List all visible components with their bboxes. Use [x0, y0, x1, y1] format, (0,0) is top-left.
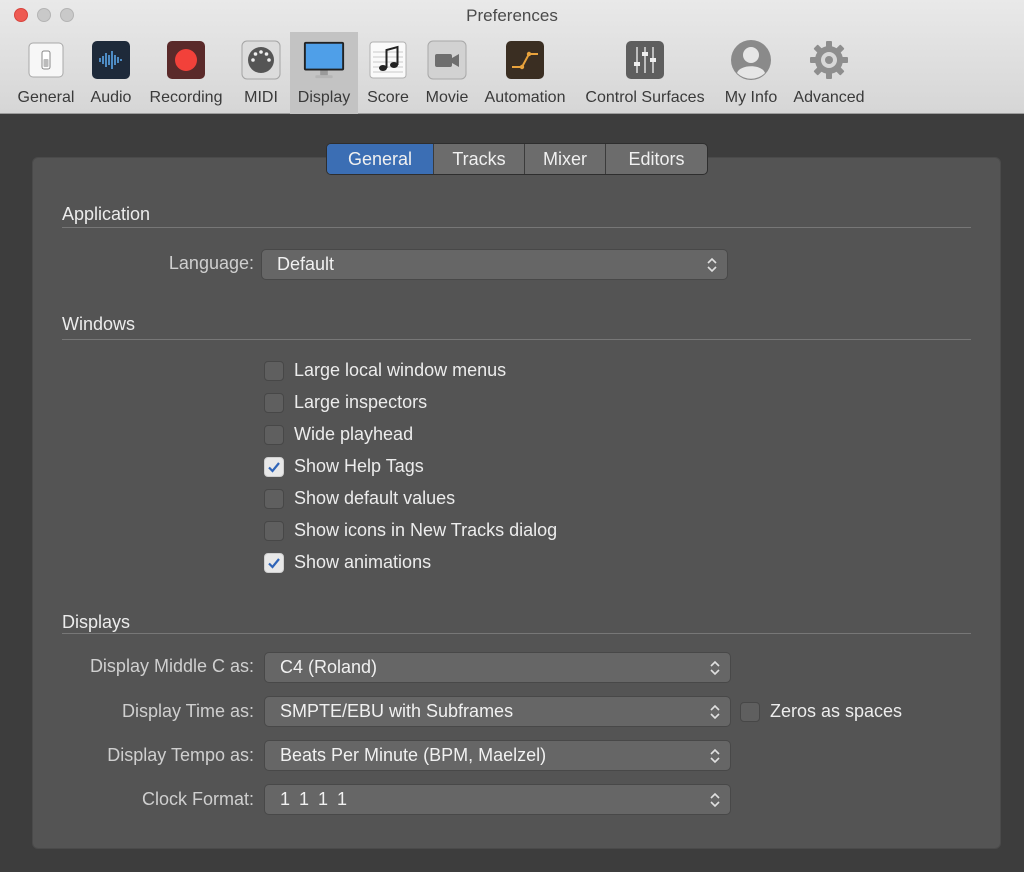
chevron-updown-icon [710, 792, 720, 808]
option-label: Show animations [294, 552, 432, 572]
option-label: Show default values [294, 488, 456, 508]
chevron-updown-icon [710, 704, 720, 720]
middle-c-label: Display Middle C as: [89, 656, 254, 676]
chevron-updown-icon [710, 660, 720, 676]
tempo-value: Beats Per Minute (BPM, Maelzel) [280, 745, 547, 765]
audio-waveform-icon [89, 38, 133, 82]
window-titlebar: Preferences General Audio Recording MIDI… [0, 0, 1024, 114]
middle-c-popup[interactable]: C4 (Roland) [264, 652, 731, 683]
chevron-updown-icon [710, 748, 720, 764]
section-divider [62, 227, 971, 228]
section-title-displays: Displays [62, 612, 131, 632]
checkbox[interactable] [264, 488, 284, 509]
time-popup[interactable]: SMPTE/EBU with Subframes [264, 696, 731, 727]
toolbar-label: My Info [724, 89, 778, 106]
general-switch-icon [24, 38, 68, 82]
clock-format-label: Clock Format: [141, 789, 254, 809]
option-wide-playhead[interactable]: Wide playhead [264, 424, 413, 445]
toolbar-label: Movie [425, 89, 469, 106]
clock-format-value: 1 1 1 1 [280, 789, 348, 809]
gear-icon [807, 38, 851, 82]
language-label: Language: [168, 253, 254, 273]
record-icon [164, 38, 208, 82]
option-large-local-window-menus[interactable]: Large local window menus [264, 360, 506, 381]
time-label: Display Time as: [121, 701, 254, 721]
option-show-animations[interactable]: Show animations [264, 552, 431, 573]
option-label: Large local window menus [294, 360, 507, 380]
section-divider [62, 339, 971, 340]
checkbox[interactable] [740, 701, 760, 722]
toolbar-item-recording[interactable]: Recording [144, 32, 228, 114]
automation-curve-icon [503, 38, 547, 82]
toolbar-item-score[interactable]: Score [362, 32, 414, 114]
toolbar-label: MIDI [244, 89, 278, 106]
display-monitor-icon [302, 38, 346, 82]
toolbar-item-general[interactable]: General [12, 32, 80, 114]
checkbox[interactable] [264, 424, 284, 445]
toolbar-item-display[interactable]: Display [290, 32, 358, 114]
checkbox[interactable] [264, 392, 284, 413]
section-title-application: Application [62, 204, 151, 224]
tempo-label: Display Tempo as: [107, 745, 254, 765]
option-show-help-tags[interactable]: Show Help Tags [264, 456, 424, 477]
section-divider [62, 633, 971, 634]
toolbar-label: Score [367, 89, 409, 106]
option-zeros-as-spaces[interactable]: Zeros as spaces [740, 701, 902, 722]
window-title: Preferences [466, 6, 558, 25]
option-show-default-values[interactable]: Show default values [264, 488, 455, 509]
middle-c-value: C4 (Roland) [280, 657, 378, 677]
checkmark-icon [268, 461, 280, 473]
checkbox[interactable] [264, 520, 284, 541]
toolbar-label: General [17, 89, 75, 106]
toolbar-item-advanced[interactable]: Advanced [790, 32, 868, 114]
language-popup[interactable]: Default [261, 249, 728, 280]
tab-tracks[interactable]: Tracks [434, 144, 525, 174]
tab-general[interactable]: General [327, 144, 434, 174]
control-faders-icon [623, 38, 667, 82]
toolbar-item-automation[interactable]: Automation [480, 32, 570, 114]
option-label: Show Help Tags [294, 456, 424, 476]
user-silhouette-icon [729, 38, 773, 82]
tab-mixer[interactable]: Mixer [525, 144, 606, 174]
toolbar-label: Control Surfaces [585, 89, 705, 106]
toolbar-item-movie[interactable]: Movie [420, 32, 474, 114]
option-label: Wide playhead [294, 424, 414, 444]
time-value: SMPTE/EBU with Subframes [280, 701, 514, 721]
score-note-icon [366, 38, 410, 82]
option-show-icons-new-tracks[interactable]: Show icons in New Tracks dialog [264, 520, 557, 541]
toolbar-item-my-info[interactable]: My Info [718, 32, 784, 114]
checkmark-icon [268, 557, 280, 569]
toolbar-item-control-surfaces[interactable]: Control Surfaces [578, 32, 712, 114]
checkbox[interactable] [264, 360, 284, 381]
midi-connector-icon [239, 38, 283, 82]
option-label: Show icons in New Tracks dialog [294, 520, 558, 540]
toolbar-label: Automation [484, 89, 566, 106]
toolbar-item-audio[interactable]: Audio [84, 32, 138, 114]
toolbar-label: Display [297, 89, 351, 106]
display-tabs: General Tracks Mixer Editors [326, 143, 708, 175]
movie-camera-icon [425, 38, 469, 82]
section-title-windows: Windows [62, 314, 136, 334]
preferences-toolbar: General Audio Recording MIDI Display Sco… [0, 32, 1024, 114]
language-value: Default [277, 254, 335, 274]
checkbox-checked[interactable] [264, 456, 284, 477]
tab-editors[interactable]: Editors [606, 144, 707, 174]
toolbar-label: Advanced [793, 89, 865, 106]
option-label: Large inspectors [294, 392, 428, 412]
checkbox-checked[interactable] [264, 552, 284, 573]
toolbar-label: Audio [90, 89, 132, 106]
toolbar-item-midi[interactable]: MIDI [236, 32, 286, 114]
option-large-inspectors[interactable]: Large inspectors [264, 392, 427, 413]
clock-format-popup[interactable]: 1 1 1 1 [264, 784, 731, 815]
tempo-popup[interactable]: Beats Per Minute (BPM, Maelzel) [264, 740, 731, 771]
option-label: Zeros as spaces [770, 701, 903, 721]
chevron-updown-icon [707, 257, 717, 273]
toolbar-label: Recording [149, 89, 223, 106]
